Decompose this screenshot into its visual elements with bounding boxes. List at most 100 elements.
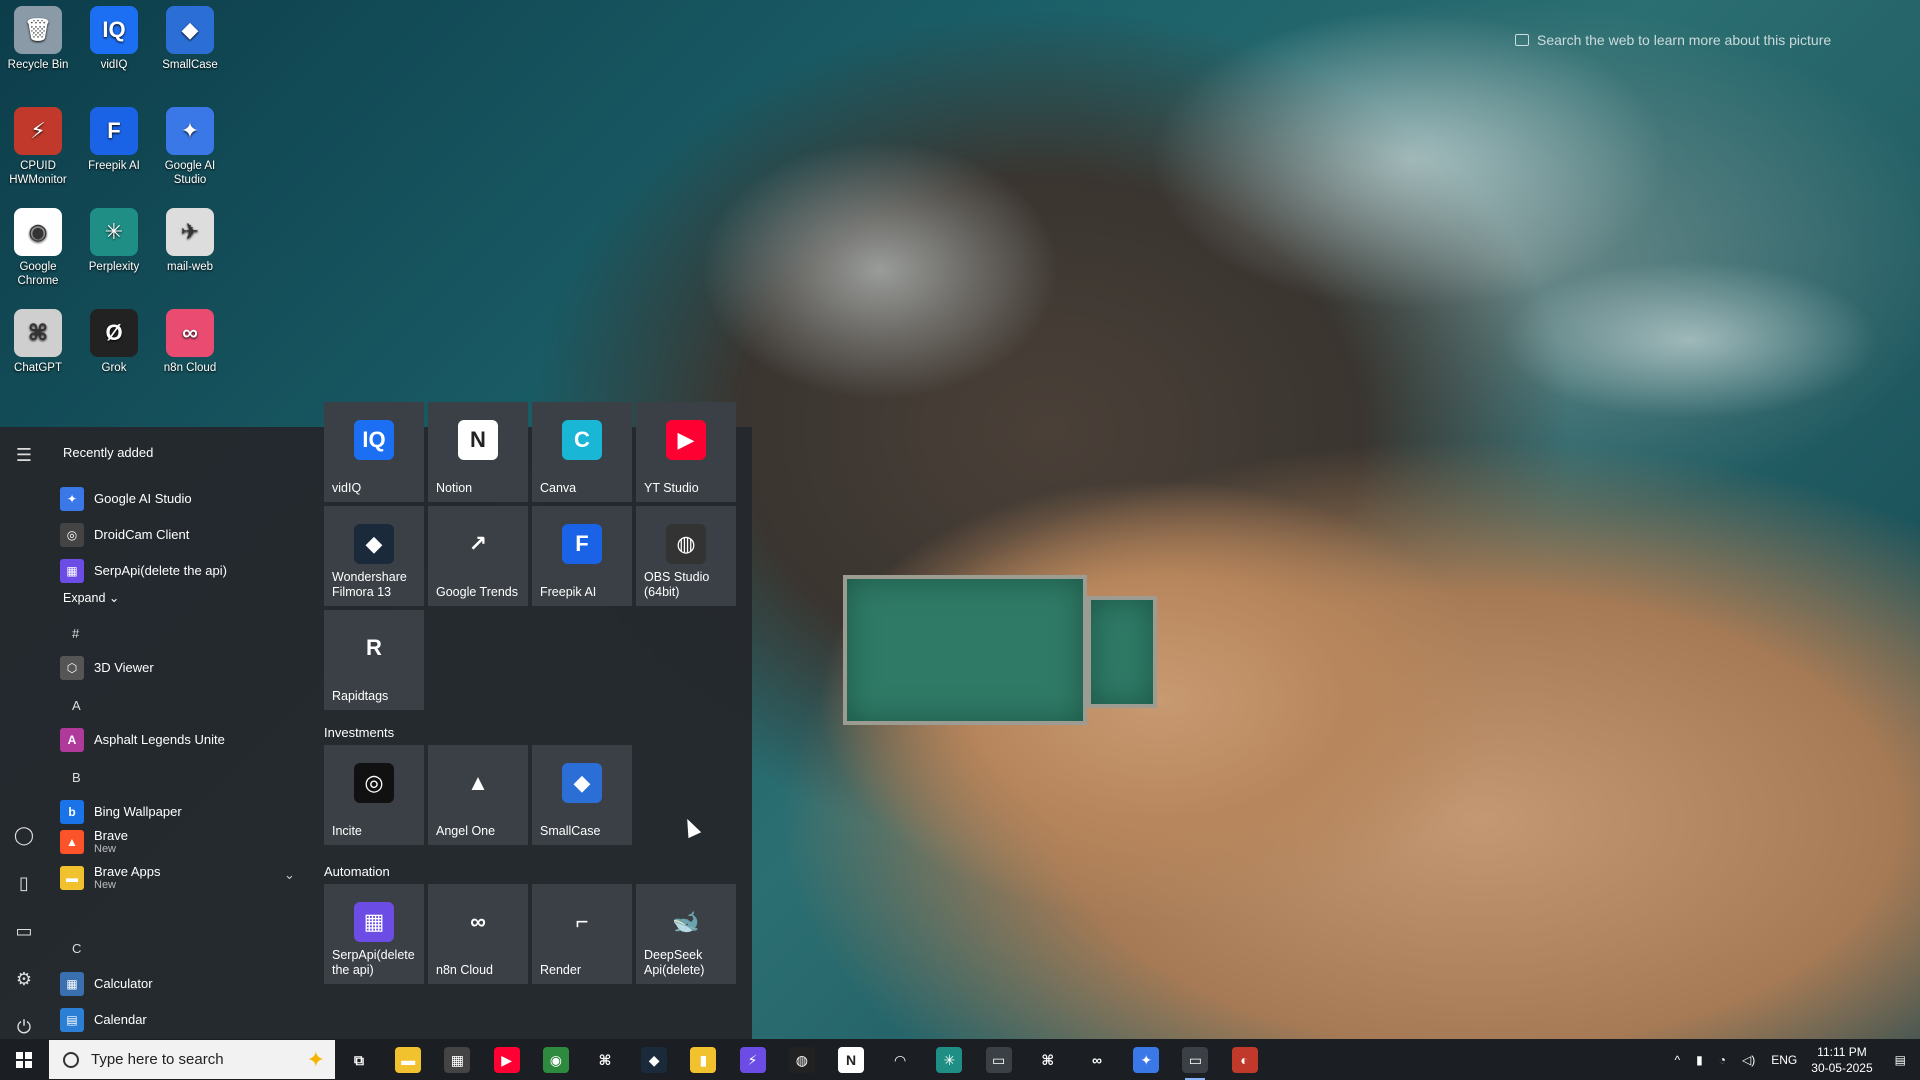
brave-apps-chevron-down-icon[interactable]: ⌄ — [284, 867, 295, 883]
serpapi-delete-the-api-icon: ▦ — [60, 559, 84, 583]
smallcase-icon: ◆ — [166, 6, 214, 54]
freepik-ai-icon: F — [90, 107, 138, 155]
tile-vidiq[interactable]: IQ vidIQ — [324, 402, 424, 502]
app-list-item-calculator[interactable]: ▦ Calculator — [60, 968, 153, 1000]
desktop-icon-grok[interactable]: Ø Grok — [78, 309, 150, 375]
language-indicator[interactable]: ENG — [1771, 1053, 1797, 1067]
taskbar-chatgpt-icon[interactable]: ⌘ — [592, 1047, 618, 1073]
section-letter-a[interactable]: A — [72, 698, 81, 713]
section-letter-b[interactable]: B — [72, 770, 81, 785]
taskbar-search[interactable]: ✦ — [49, 1040, 335, 1079]
microphone-icon[interactable]: ▮ — [1696, 1053, 1703, 1067]
tile-render[interactable]: ⌐ Render — [532, 884, 632, 984]
network-icon[interactable]: ◔ — [1719, 1053, 1726, 1067]
taskbar-window-app-icon[interactable]: ▭ — [985, 1047, 1012, 1073]
app-list-item-brave[interactable]: ▲ Brave New — [60, 826, 128, 858]
taskbar-notion-icon[interactable]: N — [838, 1047, 864, 1073]
desktop-icon-freepik-ai[interactable]: F Freepik AI — [78, 107, 150, 173]
show-hidden-icons-icon[interactable]: ^ — [1675, 1053, 1681, 1067]
tile-canva[interactable]: C Canva — [532, 402, 632, 502]
tile-label: Wondershare Filmora 13 — [332, 570, 407, 599]
desktop-icon-label: Google AI Studio — [164, 160, 216, 186]
new-badge: New — [94, 879, 117, 891]
documents-icon[interactable]: ▯ — [12, 871, 36, 895]
tile-n8n-cloud[interactable]: ∞ n8n Cloud — [428, 884, 528, 984]
tile-rapidtags[interactable]: R Rapidtags — [324, 610, 424, 710]
recycle-bin-icon: 🗑 — [14, 6, 62, 54]
app-list-item-asphalt-legends-unite[interactable]: A Asphalt Legends Unite — [60, 724, 225, 756]
app-label: Calculator — [94, 976, 153, 991]
tile-notion[interactable]: N Notion — [428, 402, 528, 502]
taskbar-headset-app-icon[interactable]: ◠ — [887, 1047, 914, 1073]
settings-icon[interactable]: ⚙ — [12, 967, 36, 991]
tile-obs-studio-64bit[interactable]: ◍ OBS Studio (64bit) — [636, 506, 736, 606]
wave-foam — [700, 140, 1060, 400]
taskbar-window-app-2-icon[interactable]: ▭ — [1182, 1047, 1209, 1080]
tile-label: Incite — [332, 824, 362, 838]
tile-wondershare-filmora-13[interactable]: ◆ Wondershare Filmora 13 — [324, 506, 424, 606]
taskbar-sticky-notes-icon[interactable]: ▮ — [690, 1047, 717, 1073]
power-icon[interactable]: ⏻ — [12, 1015, 36, 1039]
app-list-item-google-ai-studio[interactable]: ✦ Google AI Studio — [60, 483, 192, 515]
app-list-item-serpapi-delete-the-api[interactable]: ▦ SerpApi(delete the api) — [60, 555, 227, 587]
search-input[interactable] — [89, 1050, 273, 1069]
taskbar-ai-studio-icon[interactable]: ✦ — [1133, 1047, 1160, 1073]
expand-button[interactable]: Expand ⌄ — [63, 590, 119, 605]
section-letter-c[interactable]: C — [72, 941, 81, 956]
tile-yt-studio[interactable]: ▶ YT Studio — [636, 402, 736, 502]
clock[interactable]: 11:11 PM 30-05-2025 — [1811, 1044, 1872, 1076]
desktop-icon-n8n-cloud[interactable]: ∞ n8n Cloud — [154, 309, 226, 375]
tile-smallcase[interactable]: ◆ SmallCase — [532, 745, 632, 845]
section-letter-hash[interactable]: # — [72, 626, 79, 641]
web-search-hint[interactable]: Search the web to learn more about this … — [1515, 32, 1831, 48]
app-list-item-droidcam-client[interactable]: ◎ DroidCam Client — [60, 519, 189, 551]
taskbar-hwmonitor-icon[interactable]: ◐ — [1231, 1047, 1258, 1073]
desktop-icon-mail-web[interactable]: ✈ mail-web — [154, 208, 226, 274]
tile-label: vidIQ — [332, 481, 362, 495]
tile-serpapi-delete-the-api[interactable]: ▦ SerpApi(delete the api) — [324, 884, 424, 984]
google-ai-studio-icon: ✦ — [166, 107, 214, 155]
desktop-icon-google-ai-studio[interactable]: ✦ Google AI Studio — [154, 107, 226, 187]
user-account-icon[interactable]: ◯ — [12, 823, 36, 847]
desktop-icon-chatgpt[interactable]: ⌘ ChatGPT — [2, 309, 74, 375]
desktop-icon-vidiq[interactable]: IQ vidIQ — [78, 6, 150, 72]
taskbar-winamp-icon[interactable]: ⚡ — [739, 1047, 766, 1073]
desktop-icon-google-chrome[interactable]: ◉ Google Chrome — [2, 208, 74, 288]
taskbar-n8n-icon[interactable]: ∞ — [1084, 1047, 1110, 1073]
sparkle-icon[interactable]: ✦ — [307, 1047, 325, 1073]
desktop-icon-recycle-bin[interactable]: 🗑 Recycle Bin — [2, 6, 74, 72]
desktop-icon-label: n8n Cloud — [163, 362, 217, 374]
taskbar-chatgpt-2-icon[interactable]: ⌘ — [1034, 1047, 1061, 1073]
app-list-item-calendar[interactable]: ▤ Calendar — [60, 1004, 147, 1036]
start-button[interactable] — [0, 1039, 48, 1080]
desktop-icon-smallcase[interactable]: ◆ SmallCase — [154, 6, 226, 72]
app-list-item-brave-apps[interactable]: ▬ Brave Apps New — [60, 862, 161, 894]
tile-incite[interactable]: ◎ Incite — [324, 745, 424, 845]
app-label: Calendar — [94, 1012, 147, 1027]
app-list-item-3d-viewer[interactable]: ⬡ 3D Viewer — [60, 652, 154, 684]
taskbar-chrome-icon[interactable]: ◉ — [542, 1047, 569, 1073]
app-label: Brave Apps — [94, 864, 161, 879]
group-label-automation[interactable]: Automation — [324, 864, 390, 879]
group-label-investments[interactable]: Investments — [324, 725, 394, 740]
app-label: SerpApi(delete the api) — [94, 563, 227, 578]
tile-deepseek-api-delete[interactable]: 🐋 DeepSeek Api(delete) — [636, 884, 736, 984]
desktop-icon-perplexity[interactable]: ✳ Perplexity — [78, 208, 150, 274]
taskbar-perplexity-icon[interactable]: ✳ — [936, 1047, 963, 1073]
taskbar-obs-icon[interactable]: ◍ — [788, 1047, 815, 1073]
tile-freepik-ai[interactable]: F Freepik AI — [532, 506, 632, 606]
taskbar-task-view-icon[interactable]: ⧉ — [346, 1047, 372, 1073]
app-list-item-bing-wallpaper[interactable]: b Bing Wallpaper — [60, 796, 182, 828]
desktop-icon-cpuid-hwmonitor[interactable]: ⚡ CPUID HWMonitor — [2, 107, 74, 187]
taskbar-youtube-icon[interactable]: ▶ — [493, 1047, 520, 1073]
volume-icon[interactable]: ◁) — [1742, 1053, 1755, 1067]
tile-angel-one[interactable]: ▲ Angel One — [428, 745, 528, 845]
taskbar-microsoft-store-icon[interactable]: ▦ — [444, 1047, 471, 1073]
pictures-icon[interactable]: ▭ — [12, 919, 36, 943]
notifications-icon[interactable]: ▤ — [1895, 1053, 1906, 1067]
tile-google-trends[interactable]: ↗ Google Trends — [428, 506, 528, 606]
desktop-icon-label: Recycle Bin — [7, 59, 69, 71]
hamburger-menu-icon[interactable]: ☰ — [12, 443, 36, 467]
taskbar-file-explorer-icon[interactable]: ▬ — [395, 1047, 422, 1073]
taskbar-filmora-icon[interactable]: ◆ — [641, 1047, 668, 1073]
